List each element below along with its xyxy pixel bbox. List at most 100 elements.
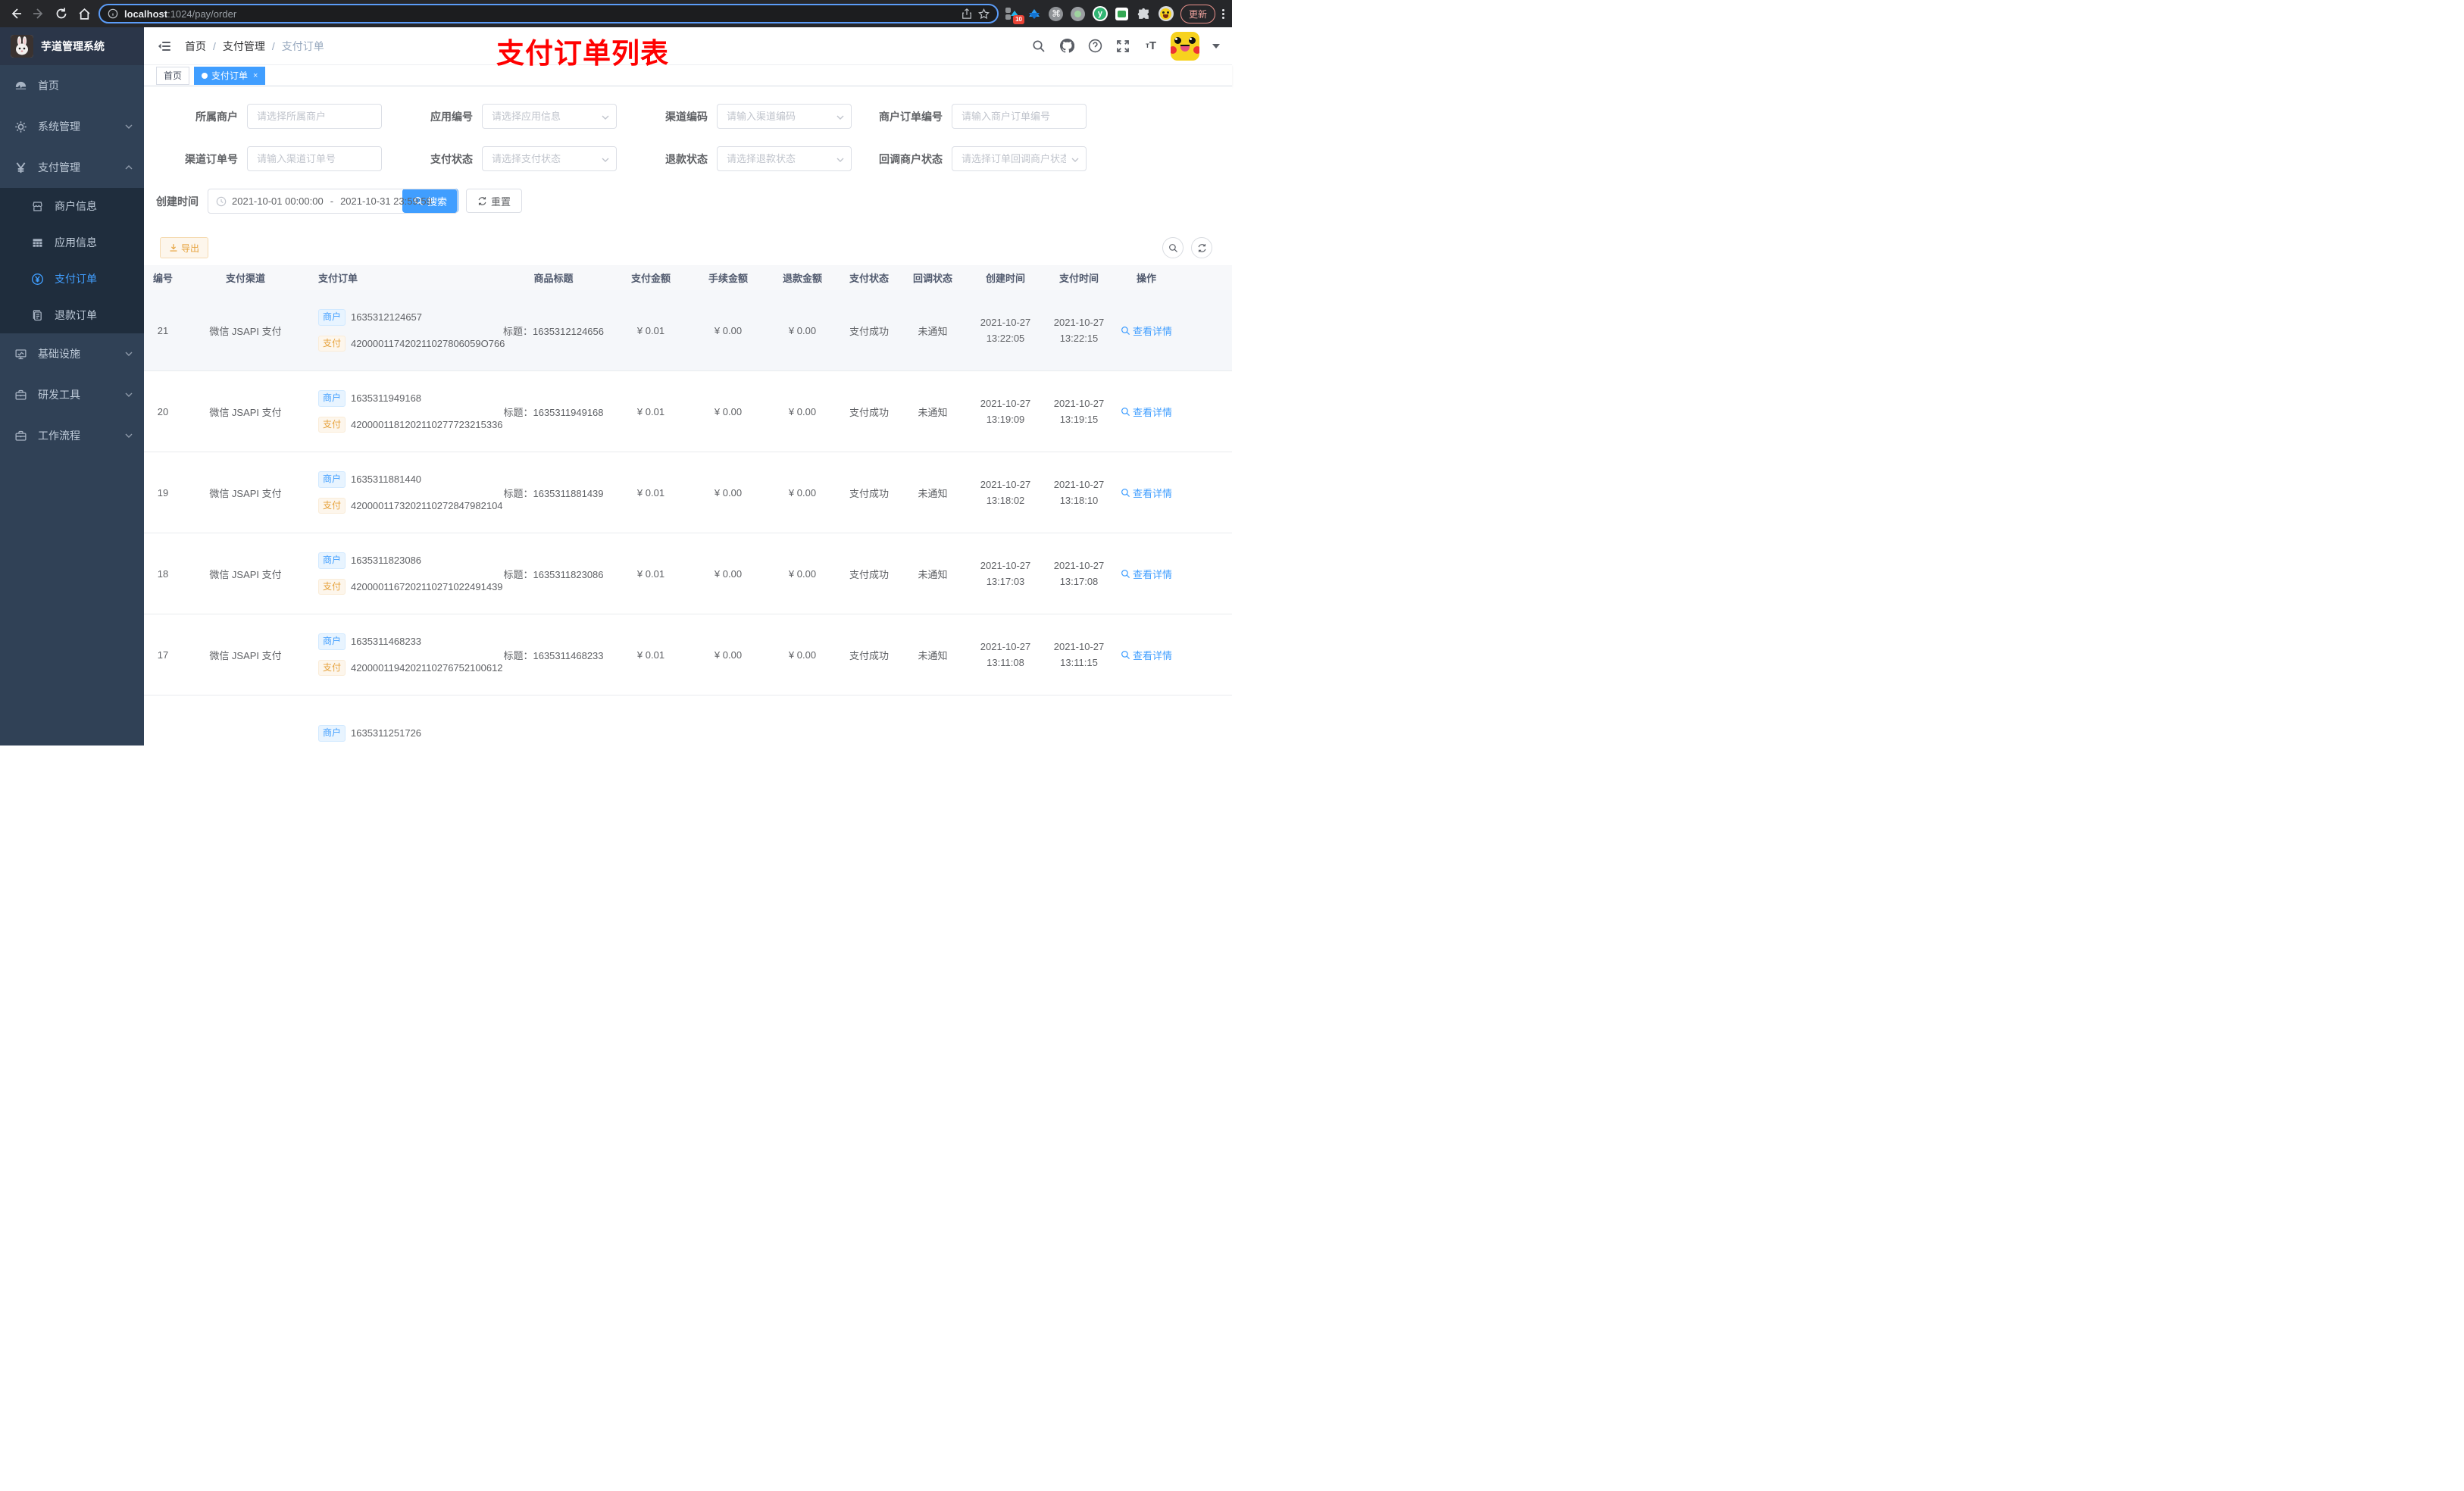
pay-badge: 支付	[318, 416, 346, 433]
input-商户订单编号[interactable]	[952, 104, 1087, 129]
sidebar-item-退款订单[interactable]: 退款订单	[0, 297, 144, 333]
user-avatar[interactable]	[1171, 31, 1199, 61]
chevron-up-icon	[124, 163, 133, 172]
view-detail-label: 查看详情	[1132, 406, 1172, 418]
refresh-table-button[interactable]	[1191, 237, 1212, 258]
github-icon[interactable]	[1058, 38, 1075, 55]
navbar-actions: тT	[1030, 31, 1220, 61]
sidebar-item-研发工具[interactable]: 研发工具	[0, 374, 144, 415]
input-渠道订单号[interactable]	[247, 146, 382, 171]
cell-id: 18	[157, 567, 169, 580]
cell-refund-amount: ¥ 0.00	[788, 486, 817, 499]
cell-pay-status: 支付成功	[849, 325, 889, 337]
active-dot	[202, 72, 208, 79]
sidebar-collapse-icon[interactable]	[156, 38, 173, 55]
fullscreen-icon[interactable]	[1115, 38, 1131, 55]
cell-notify-status: 未通知	[918, 325, 948, 337]
submenu-支付管理: 商户信息 应用信息 支付订单退款订单	[0, 188, 144, 333]
sidebar-item-基础设施[interactable]: 基础设施	[0, 333, 144, 374]
sidebar-item-支付管理[interactable]: 支付管理	[0, 147, 144, 188]
sidebar-item-商户信息[interactable]: 商户信息	[0, 188, 144, 224]
sidebar-item-label: 首页	[38, 80, 59, 92]
site-info-icon[interactable]	[108, 8, 118, 19]
help-icon[interactable]	[1087, 38, 1103, 55]
sidebar-item-label: 退款订单	[55, 309, 97, 321]
view-detail-link[interactable]: 查看详情	[1121, 405, 1172, 419]
select-回调商户状态[interactable]	[952, 146, 1087, 171]
sidebar-item-工作流程[interactable]: 工作流程	[0, 415, 144, 456]
breadcrumb-home[interactable]: 首页	[185, 39, 206, 54]
avatar-caret-icon[interactable]	[1212, 44, 1220, 52]
sidebar-item-系统管理[interactable]: 系统管理	[0, 106, 144, 147]
view-detail-link[interactable]: 查看详情	[1121, 648, 1172, 662]
merchant-badge: 商户	[318, 725, 346, 742]
cell-fee-amount: ¥ 0.00	[714, 567, 743, 580]
date-end: 2021-10-31 23:59:59	[340, 195, 432, 207]
url-text[interactable]: localhost:1024/pay/order	[124, 8, 955, 20]
gem-extension-icon[interactable]	[1027, 6, 1042, 21]
tag-close-icon[interactable]: ×	[253, 71, 258, 80]
cell-refund-amount: ¥ 0.00	[788, 649, 817, 661]
tag-home[interactable]: 首页	[156, 66, 190, 85]
recorder-extension-icon[interactable]	[1071, 6, 1086, 21]
filter-row-date: 创建时间 2021-10-01 00:00:00 - 2021-10-31 23…	[156, 189, 1232, 231]
browser-menu-icon[interactable]	[1222, 8, 1224, 19]
order-number: 4200001194202110276752100612	[351, 661, 503, 674]
share-icon[interactable]	[962, 8, 972, 19]
rabbit-logo	[11, 35, 33, 58]
sidebar-item-支付订单[interactable]: 支付订单	[0, 261, 144, 297]
cell-title: 标题：1635312124656	[503, 325, 604, 337]
emoji-extension-icon[interactable]	[1158, 6, 1174, 21]
reset-button[interactable]: 重置	[466, 189, 523, 213]
chat-extension-icon[interactable]	[1115, 6, 1130, 21]
column-header-编号: 编号	[152, 273, 173, 284]
column-header-支付订单: 支付订单	[318, 273, 358, 284]
header-search-icon[interactable]	[1030, 38, 1047, 55]
puzzle-extension-icon[interactable]	[1137, 6, 1152, 21]
app-logo-row[interactable]: 芋道管理系统	[0, 27, 144, 65]
bookmark-star-icon[interactable]	[978, 8, 990, 20]
cell-pay-time: 2021-10-27 13:22:15	[1053, 317, 1105, 344]
date-range-input[interactable]: 2021-10-01 00:00:00 - 2021-10-31 23:59:5…	[208, 189, 458, 214]
input-所属商户[interactable]	[247, 104, 382, 129]
select-支付状态[interactable]	[482, 146, 617, 171]
apps-extension-icon[interactable]: 10	[1005, 6, 1024, 24]
cell-channel: 微信 JSAPI 支付	[209, 487, 282, 499]
briefcase-icon	[14, 388, 27, 402]
sidebar-item-应用信息[interactable]: 应用信息	[0, 224, 144, 261]
order-no-line: 商户 1635311949168	[318, 389, 491, 407]
select-渠道编码[interactable]	[717, 104, 852, 129]
browser-forward-icon[interactable]	[30, 5, 47, 22]
filter-label: 应用编号	[430, 111, 473, 123]
tag-pay-order[interactable]: 支付订单 ×	[194, 66, 266, 85]
browser-reload-icon[interactable]	[53, 5, 70, 22]
view-detail-link[interactable]: 查看详情	[1121, 324, 1172, 338]
order-number: 1635312124657	[351, 311, 423, 324]
view-detail-link[interactable]: 查看详情	[1121, 486, 1172, 500]
sidebar-item-首页[interactable]: 首页	[0, 65, 144, 106]
cell-refund-amount: ¥ 0.00	[788, 405, 817, 417]
yuque-extension-icon[interactable]: y	[1092, 6, 1108, 21]
browser-back-icon[interactable]	[8, 5, 24, 22]
select-应用编号[interactable]	[482, 104, 617, 129]
command-extension-icon[interactable]: ⌘	[1049, 6, 1064, 21]
browser-update-button[interactable]: 更新	[1180, 4, 1215, 23]
font-size-icon[interactable]: тT	[1143, 38, 1159, 55]
cell-create-time: 2021-10-27 13:17:03	[980, 560, 1031, 587]
filter-item-商户订单编号: 商户订单编号	[861, 104, 1096, 146]
toggle-search-button[interactable]	[1162, 237, 1184, 258]
dashboard-icon	[14, 79, 27, 92]
cell-id: 19	[157, 486, 169, 499]
breadcrumb-separator: /	[213, 39, 216, 52]
breadcrumb-pay[interactable]: 支付管理	[223, 39, 265, 54]
filter-item-渠道订单号: 渠道订单号	[156, 146, 391, 189]
select-退款状态[interactable]	[717, 146, 852, 171]
url-bar[interactable]: localhost:1024/pay/order	[98, 4, 999, 23]
view-detail-link[interactable]: 查看详情	[1121, 567, 1172, 581]
order-no-line: 支付 4200001194202110276752100612	[318, 659, 503, 677]
export-button[interactable]: 导出	[160, 237, 209, 258]
order-number: 4200001181202110277723215336	[351, 418, 503, 430]
chevron-down-icon	[124, 122, 133, 131]
briefcase-icon	[14, 429, 27, 442]
browser-home-icon[interactable]	[76, 5, 92, 22]
